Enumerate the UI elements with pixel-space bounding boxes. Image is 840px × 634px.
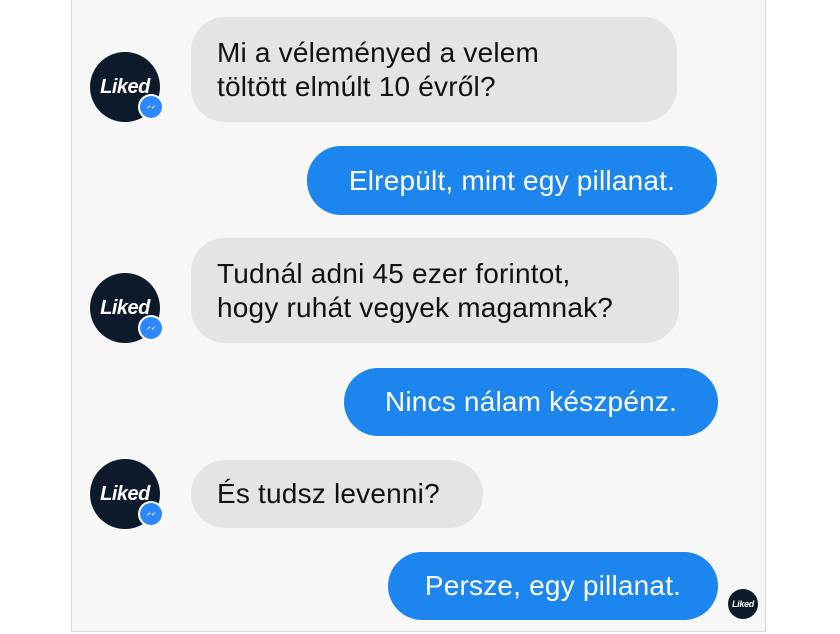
contact-avatar[interactable]: Liked: [90, 52, 164, 122]
avatar-logo-text: Liked: [100, 482, 150, 505]
message-text: És tudsz levenni?: [217, 478, 440, 509]
incoming-message-bubble[interactable]: Tudnál adni 45 ezer forintot, hogy ruhát…: [191, 238, 679, 343]
avatar-logo-text: Liked: [100, 296, 150, 319]
outgoing-message-bubble[interactable]: Nincs nálam készpénz.: [344, 368, 718, 436]
contact-avatar[interactable]: Liked: [90, 273, 164, 343]
messenger-icon: [138, 315, 164, 341]
message-text: Persze, egy pillanat.: [424, 570, 682, 601]
outgoing-message-bubble[interactable]: Elrepült, mint egy pillanat.: [307, 146, 717, 215]
message-text: Tudnál adni 45 ezer forintot,: [217, 258, 571, 289]
contact-avatar[interactable]: Liked: [90, 459, 164, 529]
message-text: Nincs nálam készpénz.: [384, 386, 678, 417]
outgoing-message-bubble[interactable]: Persze, egy pillanat.: [388, 552, 718, 620]
message-text: Elrepült, mint egy pillanat.: [348, 165, 676, 196]
read-receipt-logo-text: Liked: [731, 599, 754, 609]
avatar-logo-text: Liked: [100, 75, 150, 98]
message-text: hogy ruhát vegyek magamnak?: [217, 292, 614, 323]
messenger-icon: [138, 94, 164, 120]
incoming-message-bubble[interactable]: Mi a véleményed a velem töltött elmúlt 1…: [191, 17, 677, 122]
messenger-icon: [138, 501, 164, 527]
incoming-message-bubble[interactable]: És tudsz levenni?: [191, 460, 483, 528]
message-text: Mi a véleményed a velem: [217, 37, 540, 68]
read-receipt-avatar: Liked: [728, 589, 758, 619]
message-text: töltött elmúlt 10 évről?: [217, 71, 496, 102]
